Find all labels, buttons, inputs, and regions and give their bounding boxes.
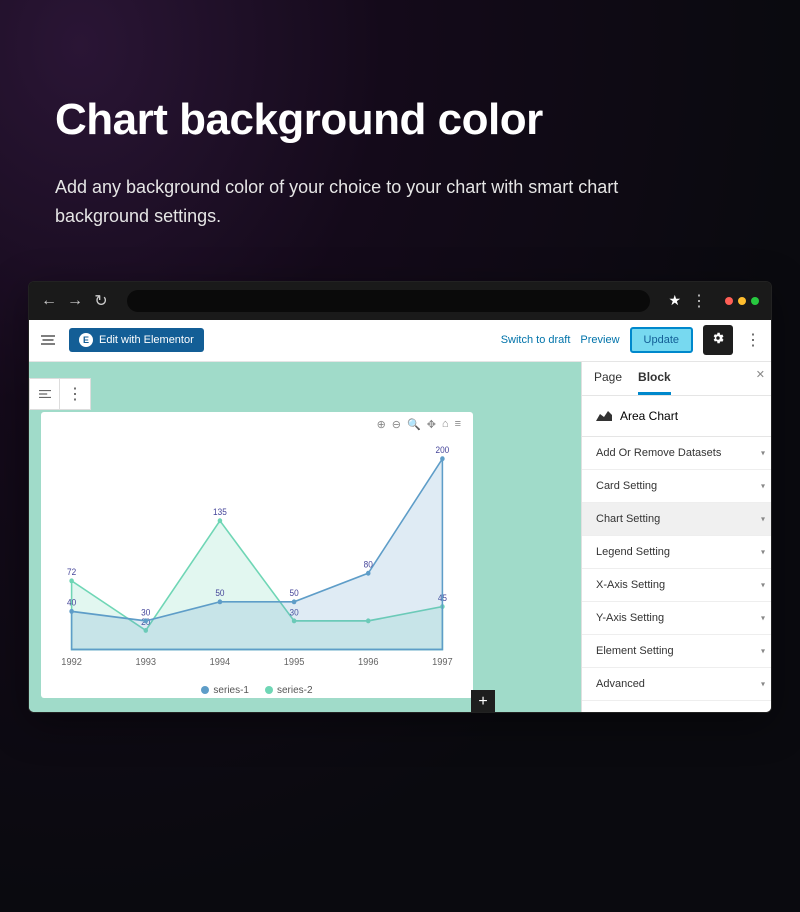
switch-to-draft-link[interactable]: Switch to draft <box>501 334 571 346</box>
panel-card-setting[interactable]: Card Setting <box>582 470 771 503</box>
editor-more-icon[interactable]: ⋮ <box>745 330 761 350</box>
back-icon[interactable]: ← <box>41 292 57 310</box>
menu-icon[interactable]: ≡ <box>455 418 461 431</box>
block-controls: ⋮ <box>29 378 91 410</box>
svg-text:1994: 1994 <box>210 656 231 667</box>
svg-text:30: 30 <box>141 607 150 617</box>
block-options-icon[interactable]: ⋮ <box>60 379 90 409</box>
minimize-window-icon[interactable] <box>738 297 746 305</box>
settings-button[interactable] <box>703 325 733 355</box>
gear-icon <box>711 331 725 350</box>
tab-page[interactable]: Page <box>594 370 622 395</box>
page-subtitle: Add any background color of your choice … <box>55 173 695 231</box>
inspector-block-title: Area Chart <box>620 409 678 423</box>
browser-menu-icon[interactable]: ⋮ <box>691 291 707 311</box>
chart-legend: series-1 series-2 <box>41 685 473 696</box>
zoom-in-icon[interactable]: ⊕ <box>377 418 386 431</box>
panel-legend-setting[interactable]: Legend Setting <box>582 536 771 569</box>
legend-item-2[interactable]: series-2 <box>265 685 313 696</box>
browser-window: ← → ↻ ★ ⋮ E Edit with Elementor Switch t… <box>28 281 772 713</box>
svg-text:135: 135 <box>213 506 227 516</box>
svg-text:1997: 1997 <box>432 656 453 667</box>
panel-y-axis-setting[interactable]: Y-Axis Setting <box>582 602 771 635</box>
url-input[interactable] <box>127 290 650 312</box>
inspector-panel-list: Add Or Remove DatasetsCard SettingChart … <box>582 437 771 712</box>
panel-x-axis-setting[interactable]: X-Axis Setting <box>582 569 771 602</box>
pan-icon[interactable]: ✥ <box>427 418 436 431</box>
area-chart-block[interactable]: ⊕ ⊖ 🔍 ✥ ⌂ ≡ 7220135304540305050802001992… <box>41 412 473 698</box>
preview-link[interactable]: Preview <box>580 334 619 346</box>
svg-text:40: 40 <box>67 597 76 607</box>
page-title: Chart background color <box>55 95 745 145</box>
reload-icon[interactable]: ↻ <box>93 291 109 311</box>
elementor-logo-icon: E <box>79 333 93 347</box>
svg-text:1995: 1995 <box>284 656 305 667</box>
area-chart-icon <box>596 408 612 424</box>
panel-add-or-remove-datasets[interactable]: Add Or Remove Datasets <box>582 437 771 470</box>
chart-toolbar: ⊕ ⊖ 🔍 ✥ ⌂ ≡ <box>377 418 461 431</box>
chart-svg: 7220135304540305050802001992199319941995… <box>51 420 463 690</box>
svg-text:72: 72 <box>67 566 76 576</box>
editor-canvas[interactable]: ⋮ ⊕ ⊖ 🔍 ✥ ⌂ ≡ 7220135304540305050802001 <box>29 362 581 712</box>
tab-block[interactable]: Block <box>638 370 671 395</box>
svg-text:1993: 1993 <box>135 656 156 667</box>
inspector-panel: Page Block ✕ Area Chart Add Or Remove Da… <box>581 362 771 712</box>
add-block-button[interactable]: + <box>471 690 495 712</box>
panel-element-setting[interactable]: Element Setting <box>582 635 771 668</box>
close-inspector-icon[interactable]: ✕ <box>756 368 765 381</box>
svg-text:50: 50 <box>215 587 224 597</box>
legend-item-1[interactable]: series-1 <box>201 685 249 696</box>
close-window-icon[interactable] <box>725 297 733 305</box>
home-icon[interactable]: ⌂ <box>442 418 449 431</box>
panel-advanced[interactable]: Advanced <box>582 668 771 701</box>
inspector-block-header: Area Chart <box>582 396 771 437</box>
bookmark-star-icon[interactable]: ★ <box>668 292 681 309</box>
align-icon[interactable] <box>30 379 60 409</box>
toggle-sidebar-icon[interactable] <box>37 329 59 351</box>
editor-toolbar: E Edit with Elementor Switch to draft Pr… <box>29 320 771 362</box>
forward-icon[interactable]: → <box>67 292 83 310</box>
window-controls <box>725 297 759 305</box>
svg-text:50: 50 <box>290 587 299 597</box>
maximize-window-icon[interactable] <box>751 297 759 305</box>
edit-with-elementor-button[interactable]: E Edit with Elementor <box>69 328 204 352</box>
magnify-icon[interactable]: 🔍 <box>407 418 421 431</box>
svg-text:80: 80 <box>364 559 373 569</box>
svg-text:1992: 1992 <box>61 656 82 667</box>
svg-text:1996: 1996 <box>358 656 379 667</box>
panel-chart-setting[interactable]: Chart Setting <box>582 503 771 536</box>
update-button[interactable]: Update <box>630 327 693 353</box>
browser-toolbar: ← → ↻ ★ ⋮ <box>29 282 771 320</box>
svg-text:200: 200 <box>436 444 450 454</box>
elementor-button-label: Edit with Elementor <box>99 334 194 346</box>
zoom-out-icon[interactable]: ⊖ <box>392 418 401 431</box>
